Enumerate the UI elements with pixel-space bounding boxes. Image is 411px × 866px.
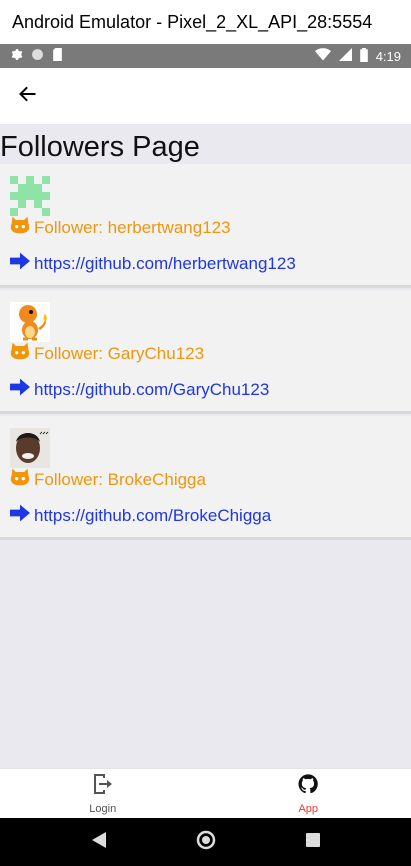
followers-content: Followers Page Follower: herbertwang123 bbox=[0, 124, 411, 768]
github-icon bbox=[298, 773, 319, 799]
follower-github-link[interactable]: https://github.com/herbertwang123 bbox=[34, 254, 296, 274]
tab-app-label: App bbox=[298, 802, 319, 815]
settings-gear-icon bbox=[10, 48, 23, 64]
battery-icon bbox=[359, 47, 368, 65]
status-time: 4:19 bbox=[375, 48, 401, 64]
follower-card: Follower: herbertwang123 https://github.… bbox=[0, 164, 411, 288]
github-cat-icon bbox=[10, 342, 30, 365]
window-title-bar: Android Emulator - Pixel_2_XL_API_28:555… bbox=[0, 0, 411, 44]
follower-name: Follower: BrokeChigga bbox=[34, 469, 206, 489]
github-cat-icon bbox=[10, 216, 30, 239]
arrow-left-icon bbox=[18, 84, 38, 109]
follower-link-row: https://github.com/herbertwang123 bbox=[10, 252, 296, 275]
follower-link-row: https://github.com/GaryChu123 bbox=[10, 378, 269, 401]
avatar bbox=[10, 428, 50, 468]
follower-name: Follower: herbertwang123 bbox=[34, 217, 231, 237]
follower-card: Follower: BrokeChigga https://github.com… bbox=[0, 416, 411, 540]
nav-recents-icon[interactable] bbox=[305, 832, 320, 852]
bottom-tab-bar: Login App bbox=[0, 768, 411, 819]
follower-name-row: Follower: herbertwang123 bbox=[10, 216, 231, 239]
arrow-right-icon bbox=[10, 378, 30, 401]
sd-card-icon bbox=[52, 48, 63, 64]
android-nav-bar bbox=[0, 818, 411, 866]
arrow-right-icon bbox=[10, 504, 30, 527]
follower-card: Follower: GaryChu123 https://github.com/… bbox=[0, 290, 411, 414]
window-title: Android Emulator - Pixel_2_XL_API_28:555… bbox=[12, 11, 373, 32]
follower-name-row: Follower: GaryChu123 bbox=[10, 342, 204, 365]
follower-link-row: https://github.com/BrokeChigga bbox=[10, 504, 271, 527]
circle-status-icon bbox=[31, 48, 44, 64]
back-button[interactable] bbox=[0, 68, 56, 124]
page-title-text: Followers Page bbox=[0, 131, 200, 163]
tab-login[interactable]: Login bbox=[0, 769, 206, 819]
github-cat-icon bbox=[10, 468, 30, 491]
arrow-right-icon bbox=[10, 252, 30, 275]
avatar bbox=[10, 176, 50, 216]
nav-home-icon[interactable] bbox=[196, 830, 216, 855]
follower-name: Follower: GaryChu123 bbox=[34, 343, 205, 363]
follower-name-row: Follower: BrokeChigga bbox=[10, 468, 206, 491]
logout-door-icon bbox=[93, 773, 112, 799]
wifi-icon bbox=[314, 48, 331, 64]
tab-login-label: Login bbox=[89, 802, 117, 815]
page-title: Followers Page bbox=[0, 124, 411, 162]
app-header bbox=[0, 68, 411, 124]
status-bar: 4:19 bbox=[0, 44, 411, 68]
follower-github-link[interactable]: https://github.com/GaryChu123 bbox=[34, 380, 269, 400]
avatar bbox=[10, 302, 50, 342]
tab-app[interactable]: App bbox=[206, 769, 411, 819]
nav-back-icon[interactable] bbox=[91, 831, 106, 853]
follower-github-link[interactable]: https://github.com/BrokeChigga bbox=[34, 506, 271, 526]
signal-icon bbox=[338, 48, 352, 64]
